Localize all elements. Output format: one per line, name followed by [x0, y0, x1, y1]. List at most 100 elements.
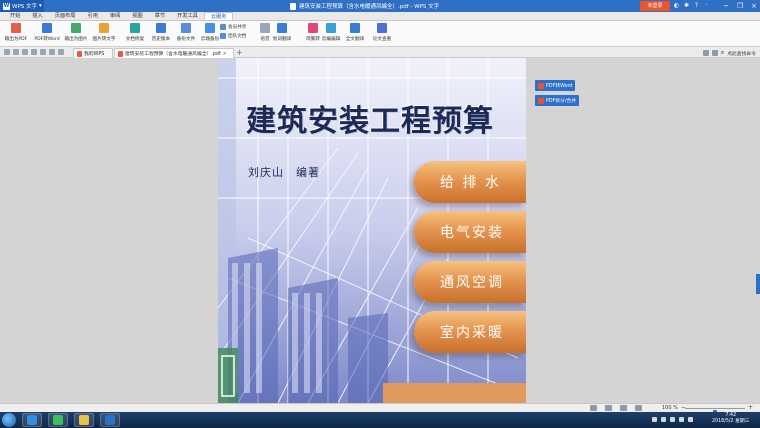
pdf-split-merge-button[interactable]: PDF拆分/合并	[535, 95, 580, 106]
taskbar-app[interactable]	[100, 413, 120, 427]
wps-window: W WPS 文字 ▾ 建筑安装工程预算（含水电暖通风编全）.pdf - WPS …	[0, 0, 760, 428]
menu-tab[interactable]: 视图	[126, 12, 148, 20]
network-icon[interactable]	[679, 417, 684, 422]
ribbon-button[interactable]: PDF转Word	[33, 23, 61, 42]
wps-home-icon	[77, 50, 82, 57]
menu-tab[interactable]: 审阅	[104, 12, 126, 20]
tray-icon[interactable]	[652, 417, 657, 422]
ribbon-button-icon	[130, 23, 140, 33]
chevron-icon[interactable]: ·	[703, 1, 710, 11]
ribbon-button-label: 会员共享	[228, 25, 247, 30]
ribbon-button-icon	[220, 33, 226, 39]
side-panel-tab[interactable]	[756, 274, 760, 294]
menu-tab[interactable]: 页面布局	[49, 12, 82, 20]
close-icon[interactable]: ×	[223, 51, 227, 57]
help-icon[interactable]: ?	[693, 1, 700, 11]
ribbon-button[interactable]: 图片转文字	[90, 23, 118, 42]
wps-logo-icon: W	[3, 2, 10, 10]
ribbon-button-label: 划词翻译	[272, 37, 292, 42]
ribbon-button[interactable]: 输出为PDF	[2, 23, 30, 42]
ribbon-button[interactable]: 输出为图片	[62, 23, 90, 42]
ribbon-button-icon	[156, 23, 166, 33]
tab-my-wps[interactable]: 我的WPS	[73, 48, 113, 58]
ribbon-button[interactable]: 文档修复	[121, 23, 149, 42]
taskbar-app[interactable]	[22, 413, 42, 427]
pdf-icon	[118, 50, 123, 57]
chevron-down-icon: ▾	[39, 3, 42, 9]
settings-icon[interactable]: ✱	[683, 1, 690, 11]
preview-icon[interactable]	[40, 49, 46, 55]
layout-icon[interactable]	[702, 50, 709, 56]
zoom-slider[interactable]	[685, 408, 745, 415]
menu-tab[interactable]: 插入	[26, 12, 48, 20]
pdf-icon	[538, 97, 544, 104]
volume-icon[interactable]	[688, 417, 693, 422]
tray-icon[interactable]	[661, 417, 666, 422]
command-search[interactable]: 点此查找命令	[727, 50, 756, 57]
ribbon-toolbar: 输出为PDF PDF转Word 输出为图片 图片转文字 文档修复 历史版本 备份文件 云端备份…	[0, 21, 760, 47]
zoom-in-button[interactable]: +	[748, 404, 753, 411]
tab-document[interactable]: 建筑安装工程预算（含水电暖通风编全）.pdf ×	[114, 48, 234, 58]
skin-icon[interactable]: ◐	[673, 1, 680, 11]
ribbon-button[interactable]: 历史版本	[147, 23, 175, 42]
menu-tab[interactable]: 开始	[4, 12, 26, 20]
browser-icon	[53, 415, 63, 425]
view-web-icon[interactable]	[605, 405, 612, 411]
reading-mode-icon[interactable]	[635, 405, 642, 411]
ribbon-button-label: PDF转Word	[34, 37, 60, 42]
folder-icon	[79, 415, 89, 425]
taskbar-app[interactable]	[74, 413, 94, 427]
document-area[interactable]: 建筑安装工程预算 刘庆山 编著 给 排 水 电气安装 通风空调 室内采暖 PDF…	[0, 58, 760, 428]
login-button[interactable]: 未登录	[640, 1, 670, 11]
ribbon-small-button[interactable]: 团队文档	[220, 33, 246, 39]
status-bar: 100 % − +	[0, 403, 760, 415]
topic-pill: 电气安装	[414, 211, 526, 253]
windows-taskbar: 7:42 2018/5/2 星期三	[0, 412, 760, 428]
minimize-button[interactable]: −	[722, 0, 730, 12]
view-outline-icon[interactable]	[620, 405, 627, 411]
ribbon-button-icon	[326, 23, 336, 33]
menu-tab[interactable]: 开发工具	[171, 12, 204, 20]
app-name: WPS 文字	[12, 4, 37, 10]
wps-icon	[105, 415, 115, 425]
search-icon[interactable]: ⌕	[721, 49, 724, 57]
ribbon-button[interactable]: 全文翻译	[341, 23, 369, 42]
undo-icon[interactable]	[49, 49, 55, 55]
ribbon-button[interactable]: 划词翻译	[268, 23, 296, 42]
topic-pill: 通风空调	[414, 261, 526, 303]
ribbon-button-icon	[220, 24, 226, 30]
menu-tab[interactable]: 章节	[149, 12, 171, 20]
view-page-icon[interactable]	[590, 405, 597, 411]
window-title: 建筑安装工程预算（含水电暖通风编全）.pdf - WPS 文字	[290, 2, 439, 10]
menu-tab[interactable]: 云服务	[203, 12, 234, 20]
book-author: 刘庆山 编著	[248, 166, 320, 179]
ribbon-button-label: 历史版本	[151, 37, 171, 42]
topic-pill: 室内采暖	[414, 311, 526, 353]
close-button[interactable]: ×	[750, 0, 758, 12]
pdf-icon	[538, 82, 544, 89]
save-icon[interactable]	[22, 49, 28, 55]
clock[interactable]: 7:42 2018/5/2 星期三	[712, 413, 749, 425]
menu-tab[interactable]: 引用	[82, 12, 104, 20]
quick-access-toolbar	[4, 49, 64, 55]
ribbon-button-icon	[71, 23, 81, 33]
new-tab-button[interactable]: +	[236, 48, 243, 57]
ribbon-button-icon	[377, 23, 387, 33]
tray-icon[interactable]	[670, 417, 675, 422]
ribbon-button-icon	[277, 23, 287, 33]
app-menu-button[interactable]: W WPS 文字 ▾	[0, 0, 44, 12]
collapse-icon[interactable]	[711, 50, 718, 56]
ribbon-button-label: 云编编辑	[321, 37, 341, 42]
pdf-to-word-button[interactable]: PDF转Word	[535, 80, 576, 91]
redo-icon[interactable]	[58, 49, 64, 55]
new-icon[interactable]	[4, 49, 10, 55]
ribbon-button-icon	[181, 23, 191, 33]
open-icon[interactable]	[13, 49, 19, 55]
start-button[interactable]	[2, 413, 16, 427]
ribbon-button[interactable]: 论文查重	[368, 23, 396, 42]
restore-button[interactable]: ❐	[736, 0, 744, 12]
taskbar-app[interactable]	[48, 413, 68, 427]
ribbon-button-label: 图片转文字	[92, 37, 116, 42]
print-icon[interactable]	[31, 49, 37, 55]
ribbon-small-button[interactable]: 会员共享	[220, 24, 246, 30]
